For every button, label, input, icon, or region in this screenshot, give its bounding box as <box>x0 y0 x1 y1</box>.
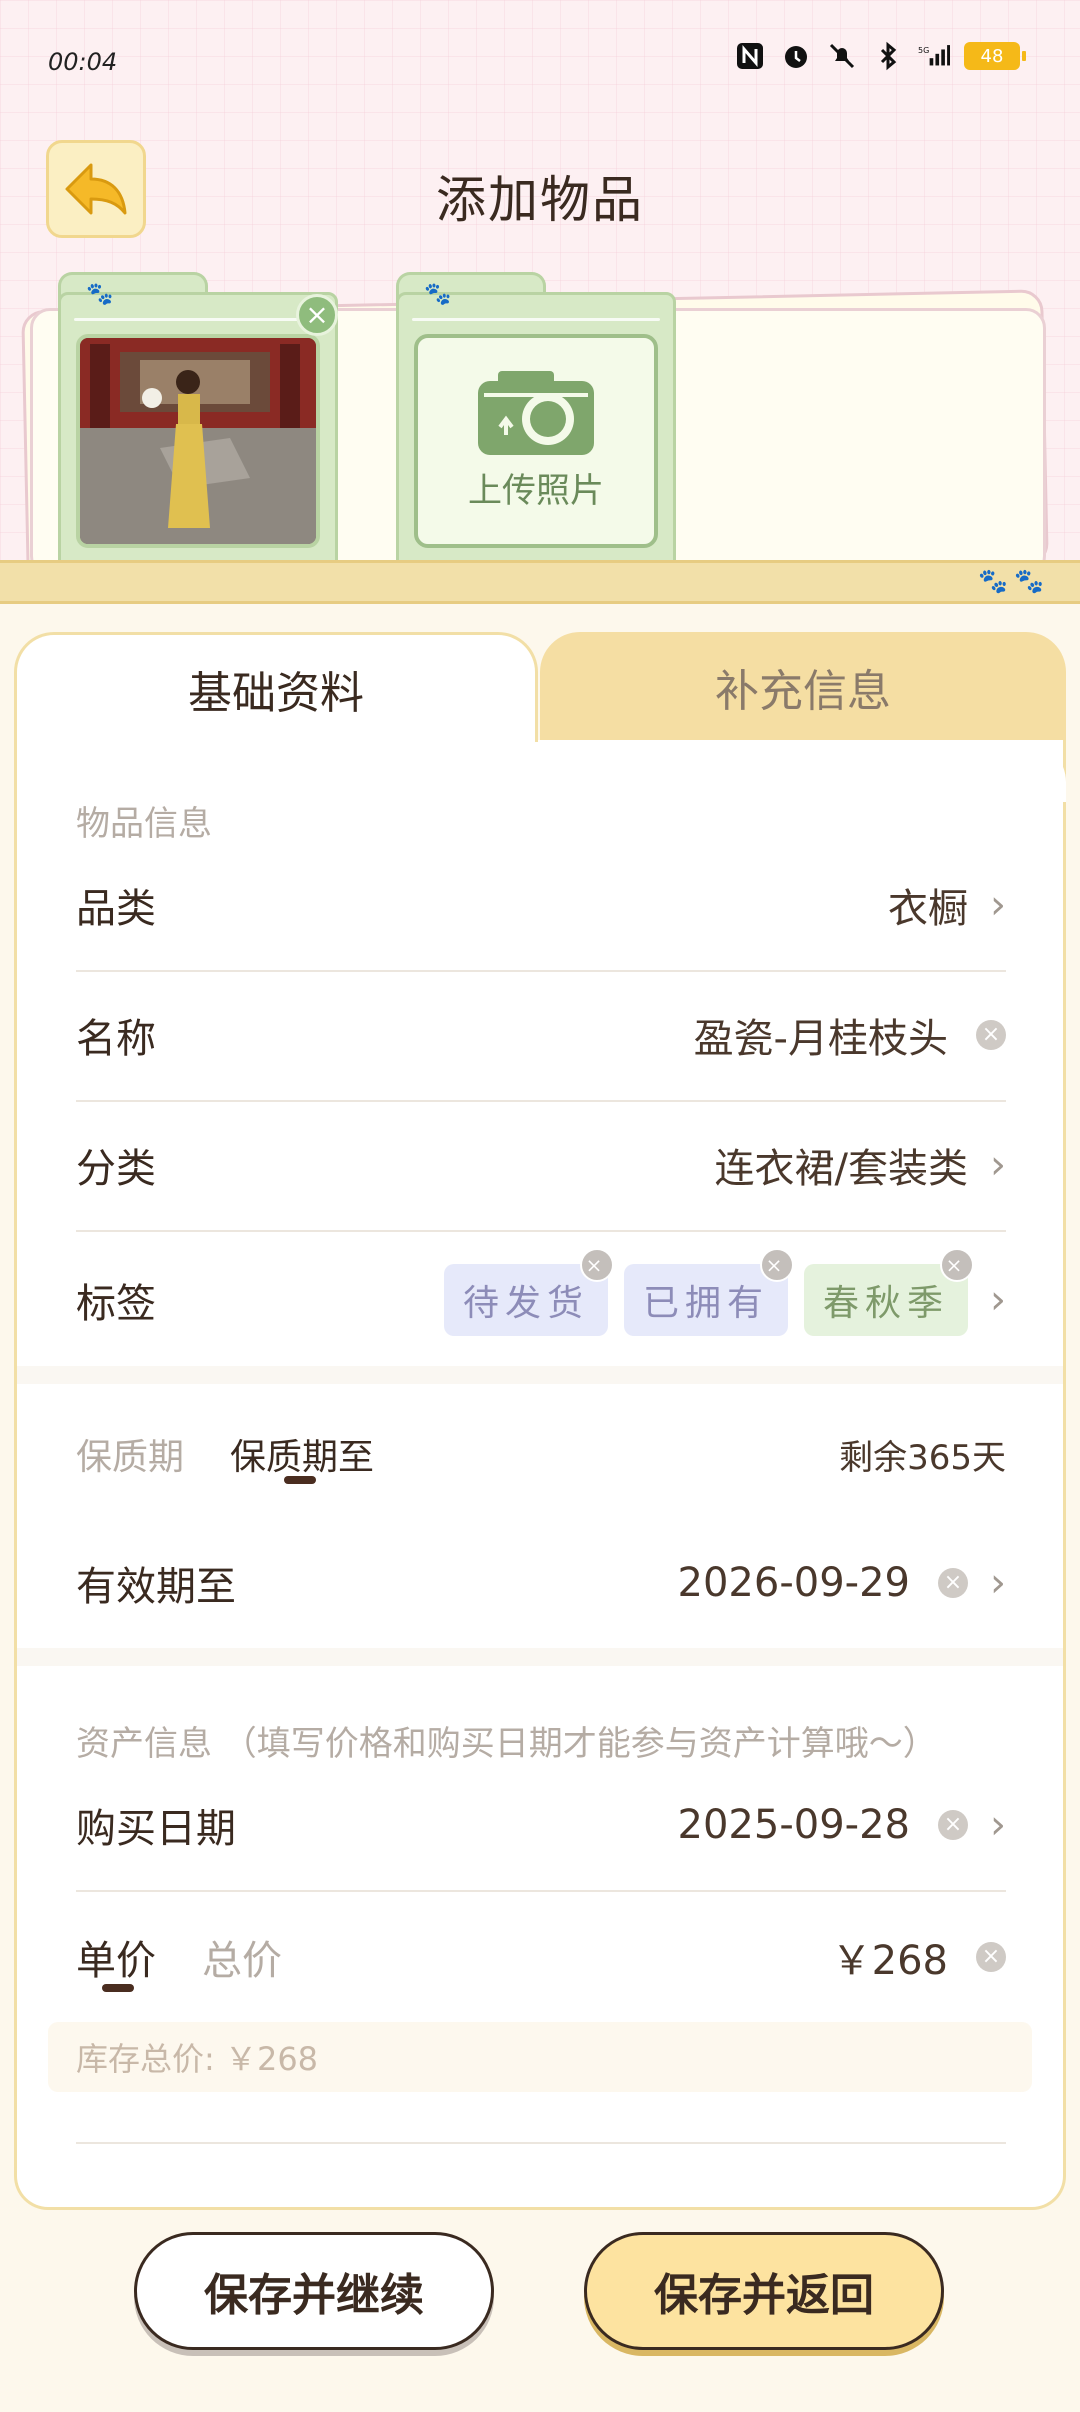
item-photo[interactable] <box>76 334 320 548</box>
expiry-value: 2026-09-29 <box>677 1560 910 1606</box>
purchase-date-label: 购买日期 <box>76 1806 236 1852</box>
tab-shelf-life[interactable]: 保质期 <box>76 1428 184 1480</box>
battery-indicator: 48 <box>964 42 1026 70</box>
svg-text:5G: 5G <box>918 46 929 55</box>
active-subtab-indicator <box>284 1476 316 1484</box>
expiry-label: 有效期至 <box>76 1564 236 1610</box>
tags-label: 标签 <box>76 1281 156 1327</box>
shelf-life-row: 保质期 保质期至 剩余365天 <box>76 1392 1006 1516</box>
price-row: 单价 总价 ￥268 × <box>76 1892 1006 2022</box>
tab-supplementary-info[interactable]: 补充信息 <box>540 632 1066 742</box>
stock-total-price: 库存总价: ￥268 <box>48 2022 1032 2092</box>
tab-unit-price[interactable]: 单价 <box>76 1928 156 1986</box>
bluetooth-icon <box>872 40 904 72</box>
status-icons: 5G 48 <box>734 40 1026 72</box>
upload-photo-label: 上传照片 <box>468 470 604 511</box>
tag-chip[interactable]: 待发货 × <box>444 1248 614 1336</box>
page-title: 添加物品 <box>436 171 644 229</box>
tab-total-price[interactable]: 总价 <box>202 1928 282 1986</box>
chevron-right-icon: › <box>990 1277 1006 1323</box>
remove-tag-icon[interactable]: × <box>580 1248 614 1282</box>
type-row[interactable]: 分类 连衣裙/套装类 › <box>76 1100 1006 1232</box>
type-label: 分类 <box>76 1146 156 1192</box>
remove-photo-button[interactable]: × <box>296 294 338 336</box>
remaining-days: 剩余365天 <box>839 1437 1006 1478</box>
section-separator <box>17 1648 1063 1666</box>
clear-price-icon[interactable]: × <box>976 1942 1006 1972</box>
price-value[interactable]: ￥268 <box>832 1928 948 1986</box>
remove-tag-icon[interactable]: × <box>760 1248 794 1282</box>
photo-folder-1: 🐾 × <box>58 272 338 572</box>
asset-info-section-label: 资产信息 （填写价格和购买日期才能参与资产计算哦～） <box>76 1724 937 1764</box>
name-label: 名称 <box>76 1016 156 1062</box>
signal-icon: 5G <box>918 40 950 72</box>
tag-chip[interactable]: 春秋季 × <box>804 1248 974 1336</box>
purchase-date-value: 2025-09-28 <box>677 1802 910 1848</box>
mute-icon <box>826 40 858 72</box>
status-time: 00:04 <box>48 48 118 76</box>
alarm-icon <box>780 40 812 72</box>
upload-photo-button[interactable]: 上传照片 <box>414 334 658 548</box>
paw-icon: 🐾🐾 <box>978 567 1050 595</box>
tab-basic-info[interactable]: 基础资料 <box>14 632 538 742</box>
chevron-right-icon: › <box>990 1142 1006 1188</box>
active-price-tab-indicator <box>102 1984 134 1992</box>
clear-purchase-date-icon[interactable]: × <box>938 1810 968 1840</box>
item-info-section-label: 物品信息 <box>76 804 212 844</box>
divider <box>76 2142 1006 2144</box>
section-separator <box>17 1366 1063 1384</box>
camera-icon <box>478 370 594 455</box>
photo-folder-2: 🐾 上传照片 <box>396 272 676 572</box>
save-and-continue-button[interactable]: 保存并继续 <box>134 2232 494 2350</box>
chevron-right-icon: › <box>990 882 1006 928</box>
photo-shelf: 🐾🐾 <box>0 560 1080 604</box>
chevron-right-icon: › <box>990 1560 1006 1606</box>
save-and-return-button[interactable]: 保存并返回 <box>584 2232 944 2350</box>
paw-icon: 🐾 <box>424 282 452 307</box>
tab-shelf-life-until[interactable]: 保质期至 <box>230 1428 374 1480</box>
category-value: 衣橱 <box>888 886 968 932</box>
clear-name-icon[interactable]: × <box>976 1020 1006 1050</box>
chevron-right-icon: › <box>990 1802 1006 1848</box>
nfc-icon <box>734 40 766 72</box>
category-label: 品类 <box>76 886 156 932</box>
clear-expiry-icon[interactable]: × <box>938 1568 968 1598</box>
expiry-row[interactable]: 有效期至 2026-09-29 × › <box>76 1518 1006 1648</box>
tags-row[interactable]: 标签 待发货 × 已拥有 × 春秋季 × › <box>76 1234 1006 1366</box>
name-row[interactable]: 名称 盈瓷-月桂枝头 × <box>76 970 1006 1102</box>
paw-icon: 🐾 <box>86 282 114 307</box>
category-row[interactable]: 品类 衣橱 › <box>76 840 1006 972</box>
remove-tag-icon[interactable]: × <box>940 1248 974 1282</box>
tag-chip[interactable]: 已拥有 × <box>624 1248 794 1336</box>
purchase-date-row[interactable]: 购买日期 2025-09-28 × › <box>76 1760 1006 1892</box>
name-value: 盈瓷-月桂枝头 <box>693 1016 948 1062</box>
type-value: 连衣裙/套装类 <box>714 1146 968 1192</box>
